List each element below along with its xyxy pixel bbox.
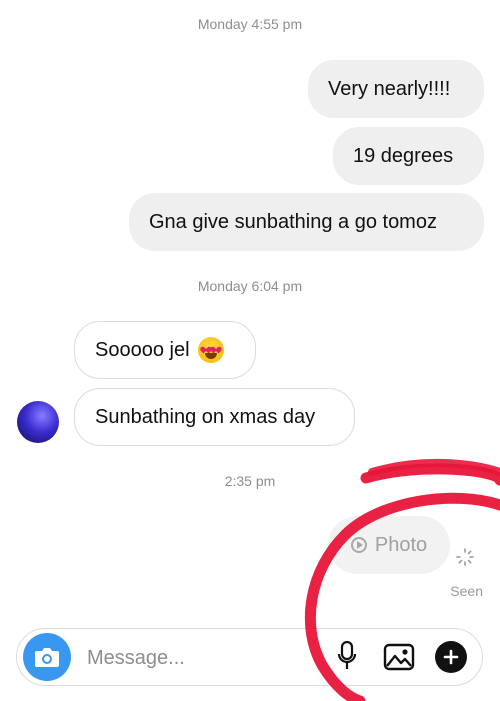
photo-message[interactable]: Photo <box>328 516 450 574</box>
seen-status: Seen <box>450 583 483 599</box>
play-icon <box>350 537 367 553</box>
gallery-icon <box>383 643 415 671</box>
heart-eyes-emoji-icon <box>197 337 224 363</box>
camera-icon <box>35 648 59 667</box>
message-text: Sooooo jel <box>95 339 190 361</box>
message-composer <box>16 628 483 686</box>
timestamp: Monday 6:04 pm <box>197 278 303 294</box>
outgoing-message[interactable]: Gna give sunbathing a go tomoz <box>129 193 484 251</box>
incoming-message[interactable]: Sooooo jel <box>74 321 256 379</box>
photo-label: Photo <box>374 533 428 556</box>
microphone-button[interactable] <box>337 641 357 671</box>
outgoing-message[interactable]: Very nearly!!!! <box>308 60 484 118</box>
timestamp: Monday 4:55 pm <box>197 16 303 32</box>
message-input[interactable] <box>85 639 309 677</box>
plus-button[interactable] <box>435 641 467 673</box>
incoming-message[interactable]: Sunbathing on xmas day <box>74 388 355 446</box>
microphone-icon <box>337 641 357 669</box>
avatar[interactable] <box>17 401 59 443</box>
loading-spinner-icon <box>456 548 474 566</box>
message-text: Sunbathing on xmas day <box>95 406 316 428</box>
message-text: Gna give sunbathing a go tomoz <box>149 211 437 233</box>
camera-button[interactable] <box>23 633 71 681</box>
outgoing-message[interactable]: 19 degrees <box>333 127 484 185</box>
plus-icon <box>443 649 459 665</box>
message-text: Very nearly!!!! <box>328 78 451 100</box>
message-text: 19 degrees <box>353 145 454 167</box>
timestamp: 2:35 pm <box>224 473 276 489</box>
gallery-button[interactable] <box>383 641 415 673</box>
